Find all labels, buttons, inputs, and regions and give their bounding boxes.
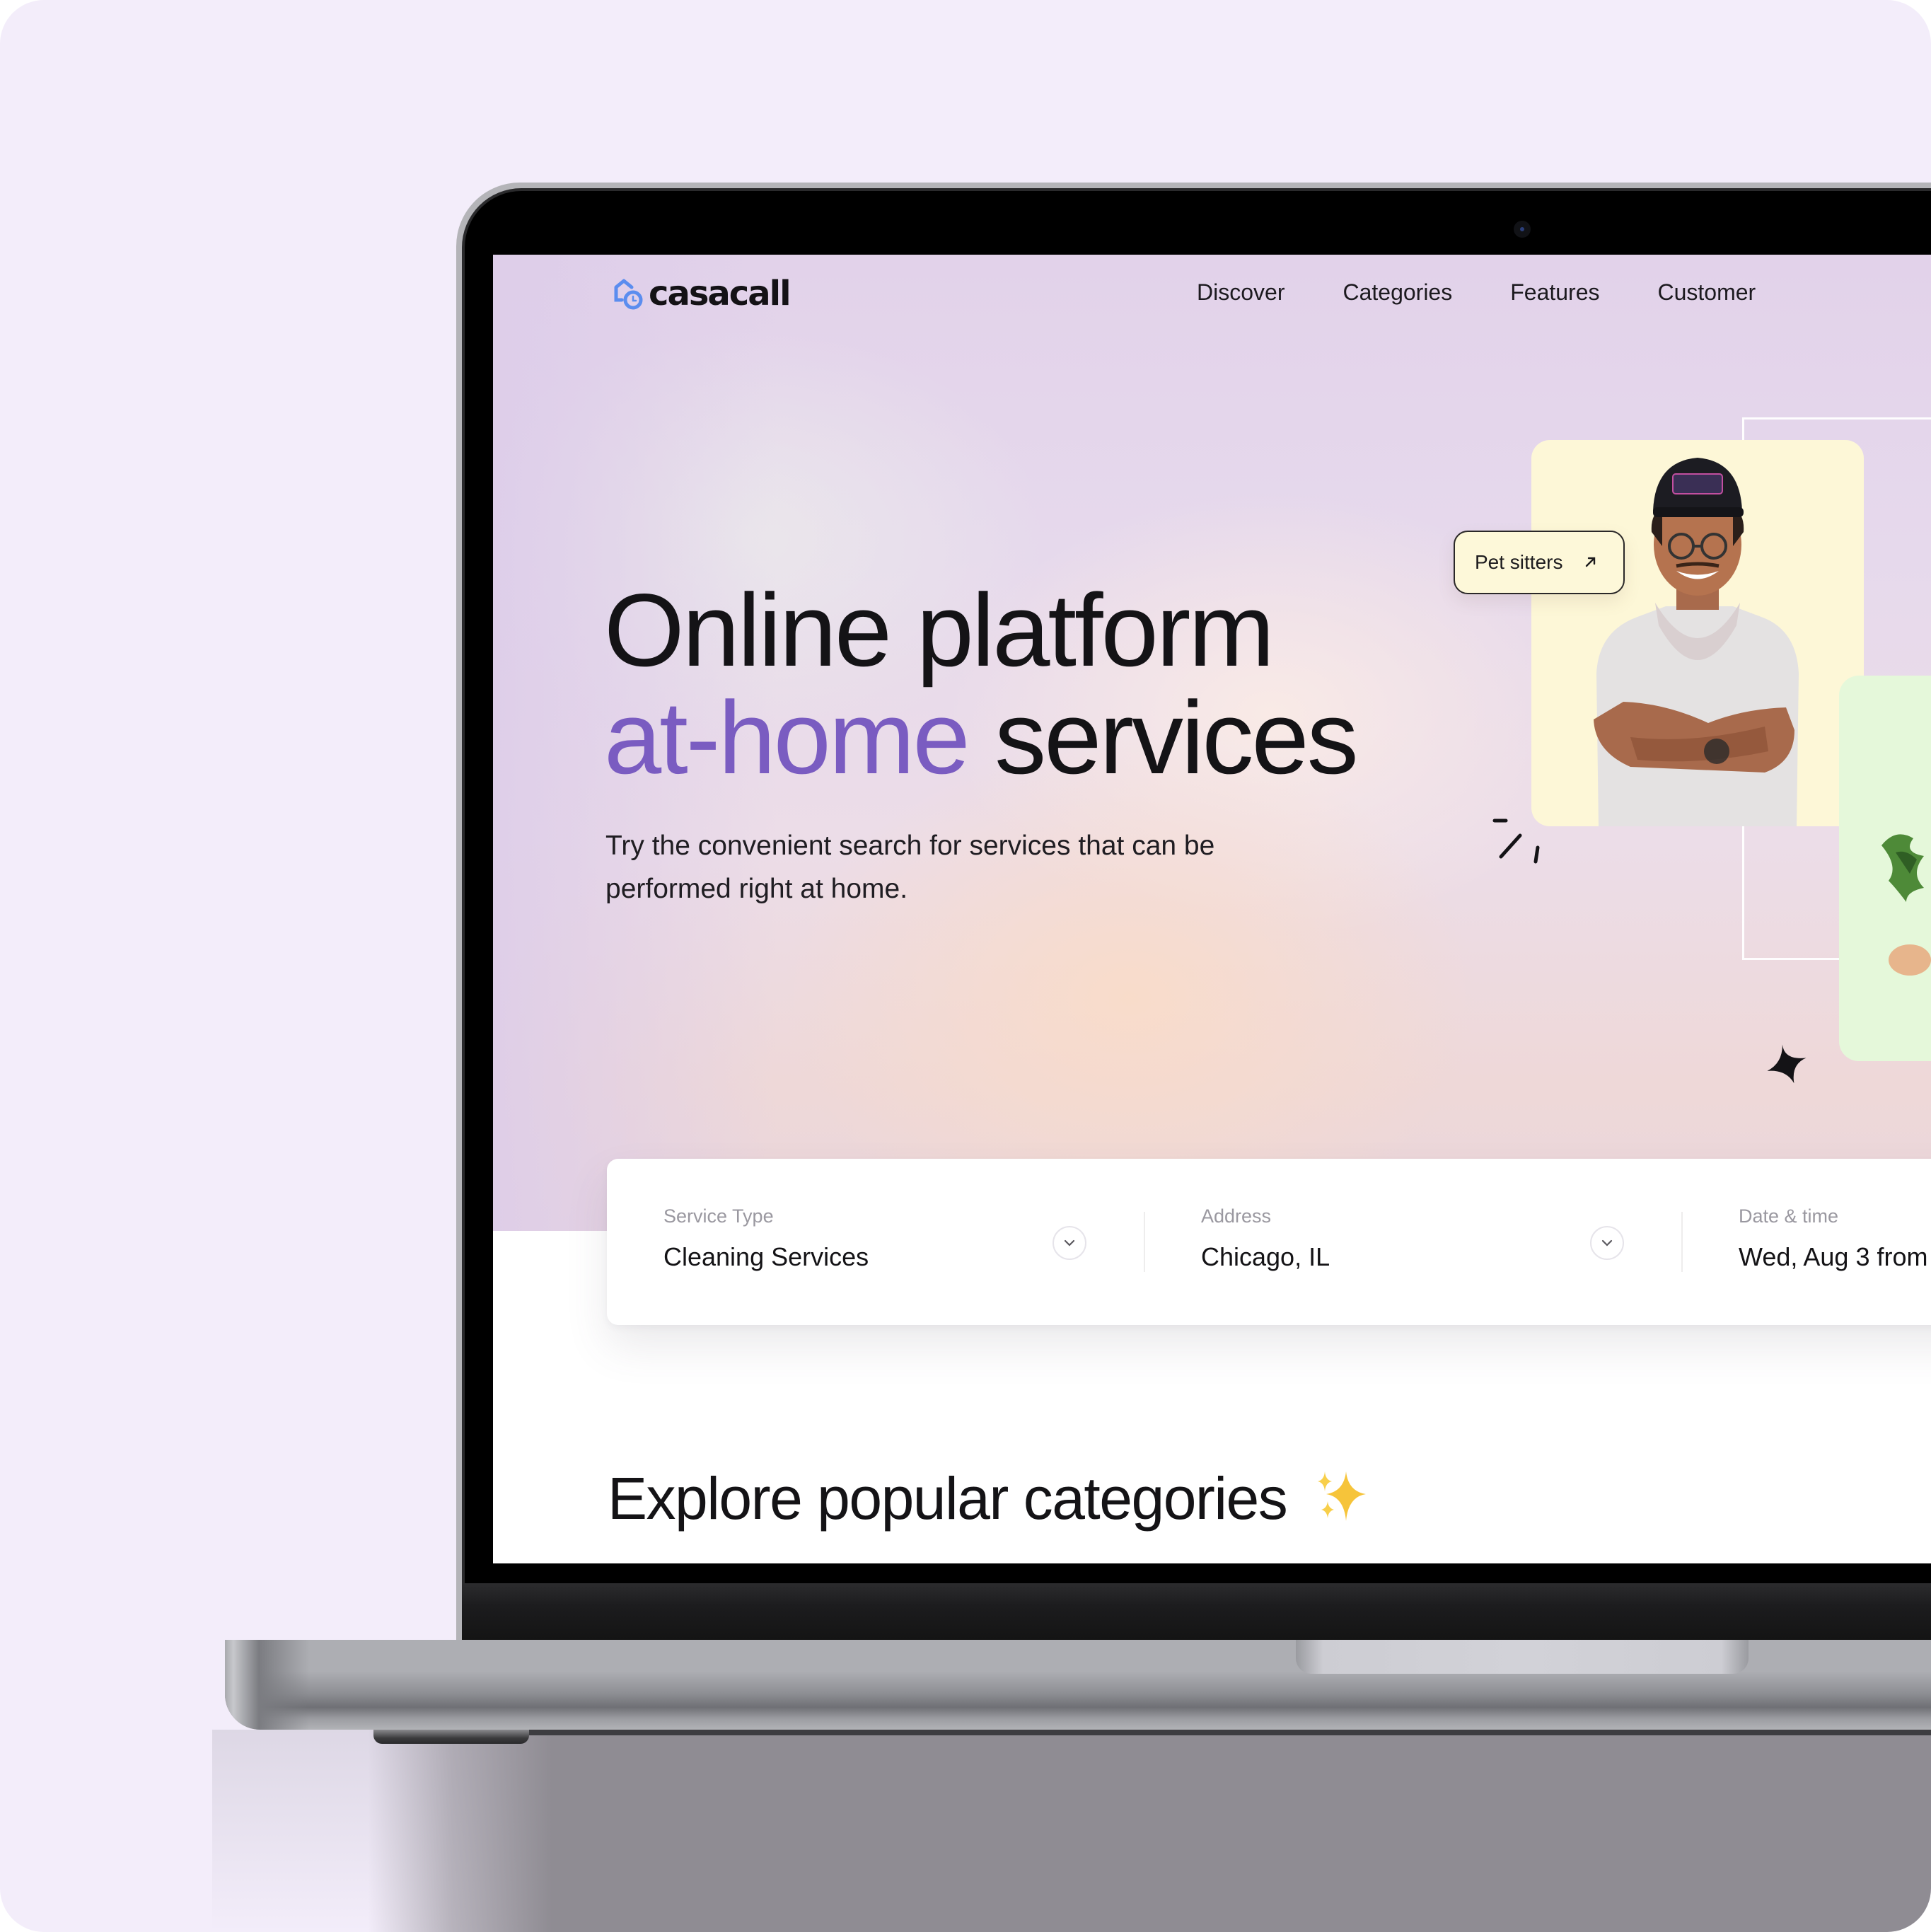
provider-photo	[1594, 458, 1799, 826]
laptop-shadow	[368, 1730, 1931, 1932]
headline-line-1: Online platform	[604, 572, 1275, 688]
hero-headline: Online platform at-home services	[604, 577, 1359, 795]
categories-heading-text: Explore popular categories	[608, 1465, 1288, 1532]
headline-rest: services	[968, 680, 1358, 795]
burst-lines-icon	[1478, 806, 1548, 877]
categories-heading: Explore popular categories	[608, 1463, 1369, 1539]
laptop-thumb-notch	[1296, 1640, 1749, 1674]
nav-discover[interactable]: Discover	[1197, 278, 1285, 306]
laptop-foot	[373, 1730, 529, 1744]
brand-name: casacall	[649, 274, 791, 313]
nav-customer[interactable]: Customer	[1658, 278, 1756, 306]
service-search-bar: Service Type Cleaning Services Address C…	[607, 1159, 1931, 1325]
main-nav: Discover Categories Features Customer	[1197, 278, 1814, 306]
service-type-label: Service Type	[663, 1205, 774, 1227]
date-time-label: Date & time	[1739, 1205, 1839, 1227]
sparkles-icon	[1312, 1467, 1369, 1539]
laptop-base-bottom	[529, 1730, 1931, 1735]
headline-accent: at-home	[604, 680, 970, 795]
nav-features[interactable]: Features	[1510, 278, 1599, 306]
laptop-base-edge	[225, 1640, 310, 1730]
hero-subtitle: Try the convenient search for services t…	[605, 831, 1215, 904]
pet-sitters-tag-button[interactable]: Pet sitters	[1454, 531, 1625, 594]
service-type-field[interactable]: Service Type Cleaning Services	[607, 1159, 1144, 1325]
webcam-icon	[1514, 221, 1531, 238]
date-time-field[interactable]: Date & time Wed, Aug 3 from	[1682, 1159, 1931, 1325]
provider-photo-card[interactable]	[1531, 440, 1864, 826]
four-point-star-icon	[1764, 1040, 1814, 1089]
pet-sitters-label: Pet sitters	[1475, 551, 1563, 573]
chevron-down-icon[interactable]	[1053, 1226, 1086, 1260]
address-label: Address	[1201, 1205, 1272, 1227]
service-type-value[interactable]: Cleaning Services	[663, 1242, 869, 1272]
plant-card[interactable]	[1839, 676, 1931, 1061]
chevron-down-icon[interactable]	[1590, 1226, 1624, 1260]
date-time-value[interactable]: Wed, Aug 3 from	[1739, 1242, 1927, 1272]
arrow-up-right-icon	[1584, 552, 1598, 574]
plant-photo	[1881, 834, 1931, 976]
brand-logo[interactable]: casacall	[612, 274, 791, 313]
mockup-canvas: casacall Discover Categories Features Cu…	[0, 0, 1931, 1932]
house-clock-icon	[612, 276, 647, 311]
browser-screen: casacall Discover Categories Features Cu…	[493, 255, 1931, 1563]
laptop-hinge	[462, 1583, 1931, 1640]
nav-categories[interactable]: Categories	[1343, 278, 1452, 306]
address-field[interactable]: Address Chicago, IL	[1144, 1159, 1682, 1325]
address-value[interactable]: Chicago, IL	[1201, 1242, 1330, 1272]
